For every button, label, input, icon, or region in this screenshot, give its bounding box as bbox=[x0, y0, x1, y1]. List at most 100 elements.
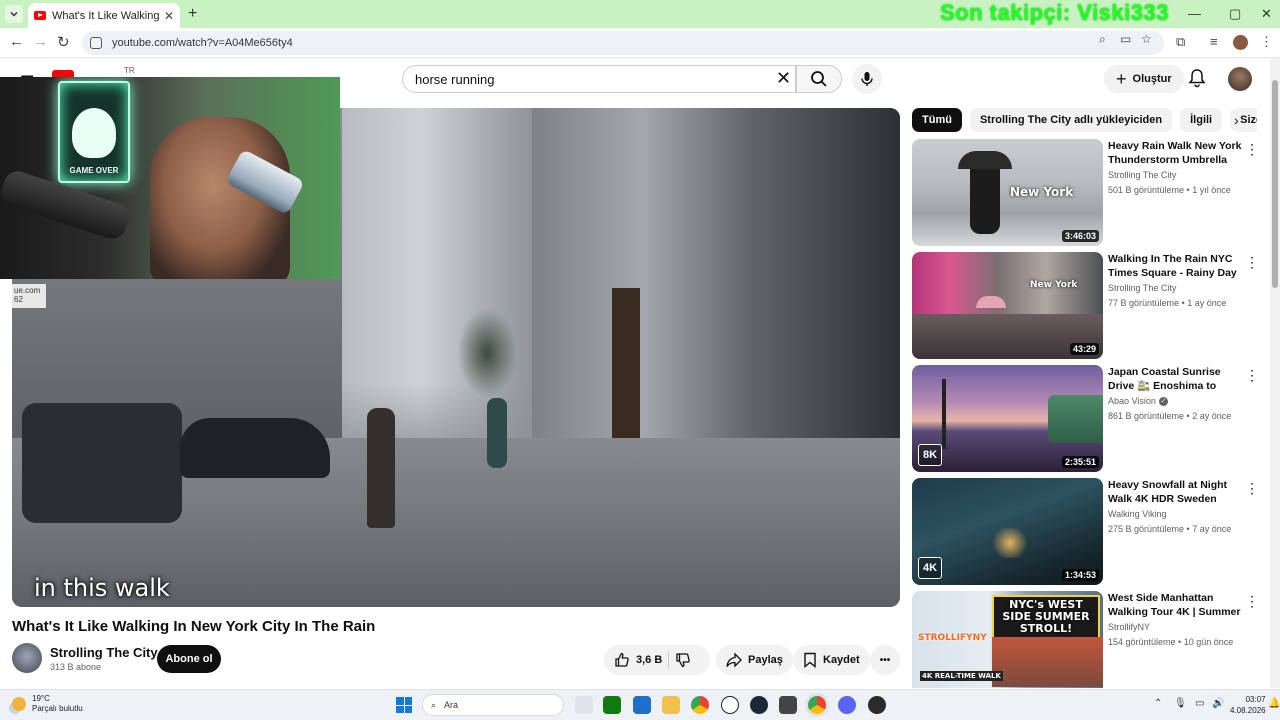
app-icon[interactable] bbox=[779, 696, 797, 714]
forward-arrow-icon[interactable]: → bbox=[33, 33, 48, 50]
share-button[interactable]: Paylaş bbox=[716, 645, 793, 675]
media-controls-icon[interactable]: ≡ bbox=[1210, 34, 1218, 49]
back-arrow-icon[interactable]: ← bbox=[9, 33, 24, 50]
obs-icon[interactable] bbox=[868, 696, 886, 714]
recommendation-channel[interactable]: Strolling The City bbox=[1108, 170, 1176, 180]
chip-related[interactable]: İlgili bbox=[1180, 108, 1223, 132]
more-vert-icon[interactable]: ⋮ bbox=[1245, 254, 1259, 271]
tray-volume-icon[interactable]: 🔊 bbox=[1212, 698, 1224, 709]
recommendation-item[interactable]: New York 3:46:03 Heavy Rain Walk New Yor… bbox=[912, 139, 1260, 247]
close-window-button[interactable]: ✕ bbox=[1261, 6, 1272, 22]
recommendation-item[interactable]: 4K 1:34:53 Heavy Snowfall at Night Walk … bbox=[912, 478, 1260, 586]
thumbs-down-icon bbox=[676, 653, 691, 668]
recommendation-channel[interactable]: Abao Vision ✓ bbox=[1108, 396, 1168, 406]
recommendation-channel-name: Abao Vision bbox=[1108, 396, 1156, 406]
file-explorer-icon[interactable] bbox=[662, 696, 680, 714]
notifications-bell-icon[interactable] bbox=[1188, 68, 1206, 93]
chevron-right-icon[interactable]: › bbox=[1234, 112, 1239, 128]
joker-face-icon bbox=[72, 108, 116, 158]
recommendation-meta: 275 B görüntüleme • 7 ay önce bbox=[1108, 524, 1232, 534]
recommendation-channel[interactable]: Walking Viking bbox=[1108, 509, 1167, 519]
tab-close-icon[interactable]: ✕ bbox=[164, 9, 174, 23]
more-vert-icon[interactable]: ⋮ bbox=[1245, 367, 1259, 384]
reload-icon[interactable]: ↻ bbox=[57, 33, 70, 51]
site-info-icon[interactable] bbox=[90, 37, 102, 49]
extensions-icon[interactable]: ⧉ bbox=[1176, 34, 1185, 50]
zoom-icon[interactable]: ⌕ bbox=[1099, 32, 1106, 47]
like-button[interactable]: 3,6 B bbox=[614, 652, 662, 668]
notification-bell-icon[interactable]: 🔔 bbox=[1268, 698, 1280, 709]
tray-mic-icon[interactable]: 🎙 bbox=[1174, 698, 1187, 709]
duration-badge: 1:34:53 bbox=[1061, 569, 1099, 581]
more-actions-button[interactable]: ••• bbox=[870, 645, 900, 675]
steam-icon[interactable] bbox=[750, 696, 768, 714]
taskbar-clock[interactable]: 03:07 4.08.2026 bbox=[1230, 694, 1266, 716]
recommendation-item[interactable]: New York 43:29 Walking In The Rain NYC T… bbox=[912, 252, 1260, 360]
video-thumbnail[interactable]: 4K 1:34:53 bbox=[912, 478, 1103, 585]
video-thumbnail[interactable]: New York 43:29 bbox=[912, 252, 1103, 359]
recommendation-title[interactable]: Heavy Snowfall at Night Walk 4K HDR Swed… bbox=[1108, 478, 1242, 506]
partly-cloudy-icon bbox=[12, 697, 26, 711]
subscribe-button[interactable]: Abone ol bbox=[157, 645, 221, 673]
task-view-icon[interactable] bbox=[575, 696, 593, 714]
recommendation-item[interactable]: 8K 2:35:51 Japan Coastal Sunrise Drive 🚉… bbox=[912, 365, 1260, 473]
search-button[interactable] bbox=[796, 65, 842, 93]
dislike-button[interactable] bbox=[675, 652, 691, 668]
maximize-button[interactable]: ▢ bbox=[1229, 6, 1241, 22]
browser-tab-active[interactable]: What's It Like Walking In New Y ✕ bbox=[28, 3, 180, 28]
chatgpt-icon[interactable] bbox=[721, 696, 739, 714]
more-vert-icon[interactable]: ⋮ bbox=[1245, 593, 1259, 610]
search-input[interactable]: horse running bbox=[402, 65, 796, 93]
chip-all[interactable]: Tümü bbox=[912, 108, 962, 132]
discord-icon[interactable] bbox=[838, 696, 856, 714]
page-scrollbar[interactable] bbox=[1270, 58, 1280, 688]
recommendation-title[interactable]: Heavy Rain Walk New York Thunderstorm Um… bbox=[1108, 139, 1242, 167]
chrome-icon[interactable] bbox=[691, 696, 709, 714]
weather-widget[interactable]: 19°C Parçalı bulutlu bbox=[12, 694, 83, 714]
address-bar[interactable]: youtube.com/watch?v=A04Me656ty4 bbox=[82, 31, 1164, 55]
subscriber-count: 313 B abone bbox=[50, 662, 102, 672]
video-thumbnail[interactable]: 8K 2:35:51 bbox=[912, 365, 1103, 472]
create-button[interactable]: + Oluştur bbox=[1104, 65, 1184, 93]
more-vert-icon[interactable]: ⋮ bbox=[1245, 480, 1259, 497]
recommendation-channel[interactable]: Strolling The City bbox=[1108, 283, 1176, 293]
channel-avatar[interactable] bbox=[12, 643, 42, 673]
clear-search-icon[interactable]: ✕ bbox=[776, 68, 791, 89]
chip-from-uploader[interactable]: Strolling The City adlı yükleyiciden bbox=[969, 108, 1173, 132]
cast-icon[interactable]: ▭ bbox=[1120, 32, 1131, 46]
bookmark-star-icon[interactable]: ☆ bbox=[1141, 32, 1152, 46]
taskbar-search[interactable]: ⌕ Ara bbox=[422, 694, 564, 716]
recommendation-channel[interactable]: StrollifyNY bbox=[1108, 622, 1150, 632]
video-thumbnail[interactable]: NYC's WEST SIDE SUMMER STROLL! STROLLIFY… bbox=[912, 591, 1103, 688]
tray-network-icon[interactable]: ▭ bbox=[1195, 698, 1204, 709]
save-button[interactable]: Kaydet bbox=[793, 645, 870, 675]
thumb-overlay-text: New York bbox=[1030, 280, 1078, 290]
browser-menu-icon[interactable]: ⋮ bbox=[1260, 34, 1273, 50]
sign-number: 62 bbox=[14, 295, 23, 304]
thumb-tag-text: 4K REAL-TIME WALK bbox=[920, 671, 1003, 681]
like-dislike-group: 3,6 B bbox=[604, 645, 710, 675]
video-frame-pedestrian-far bbox=[487, 398, 507, 468]
xbox-icon[interactable] bbox=[603, 696, 621, 714]
chrome-active-icon[interactable] bbox=[808, 696, 826, 714]
youtube-favicon-icon bbox=[34, 11, 46, 20]
tab-search-button[interactable] bbox=[5, 5, 23, 23]
browser-profile-avatar[interactable] bbox=[1233, 35, 1248, 50]
recommendation-title[interactable]: Japan Coastal Sunrise Drive 🚉 Enoshima t… bbox=[1108, 365, 1242, 393]
recommendation-title[interactable]: Walking In The Rain NYC Times Square - R… bbox=[1108, 252, 1242, 280]
account-avatar[interactable] bbox=[1228, 67, 1252, 91]
voice-search-button[interactable] bbox=[852, 64, 882, 94]
outlook-icon[interactable] bbox=[633, 696, 651, 714]
more-vert-icon[interactable]: ⋮ bbox=[1245, 141, 1259, 158]
recommendation-meta: 861 B görüntüleme • 2 ay önce bbox=[1108, 411, 1232, 421]
new-tab-button[interactable]: + bbox=[188, 5, 197, 23]
recommendation-title[interactable]: West Side Manhattan Walking Tour 4K | Su… bbox=[1108, 591, 1242, 619]
tray-chevron-icon[interactable]: ⌃ bbox=[1154, 698, 1162, 709]
minimize-button[interactable]: — bbox=[1188, 6, 1201, 21]
thumb-logo-text: STROLLIFYNY bbox=[918, 633, 987, 643]
scrollbar-thumb[interactable] bbox=[1272, 80, 1278, 288]
channel-name[interactable]: Strolling The City bbox=[50, 645, 158, 660]
windows-start-icon[interactable] bbox=[396, 697, 412, 713]
video-thumbnail[interactable]: New York 3:46:03 bbox=[912, 139, 1103, 246]
recommendation-item[interactable]: NYC's WEST SIDE SUMMER STROLL! STROLLIFY… bbox=[912, 591, 1260, 688]
